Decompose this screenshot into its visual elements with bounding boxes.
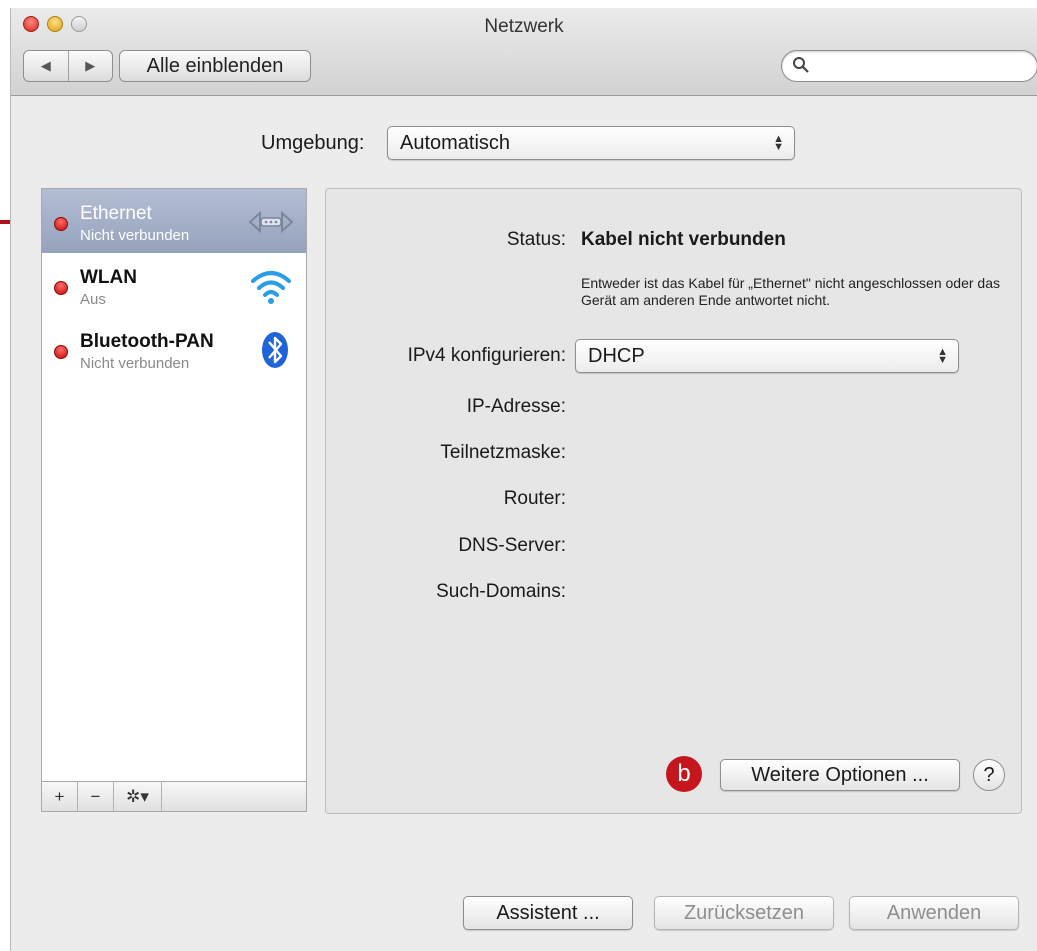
forward-button[interactable]: ▶ <box>69 51 113 81</box>
add-service-button[interactable]: + <box>42 782 78 811</box>
search-icon <box>793 57 809 73</box>
status-dot-red <box>54 345 68 359</box>
service-list-toolbar: + − ✲▾ <box>42 781 306 811</box>
service-name: WLAN <box>80 267 137 288</box>
popup-arrows-icon: ▲ ▼ <box>937 346 948 366</box>
status-dot-red <box>54 281 68 295</box>
service-status: Aus <box>80 291 106 308</box>
status-description: Entweder ist das Kabel für „Ethernet" ni… <box>581 275 1000 308</box>
location-popup[interactable]: Automatisch ▲ ▼ <box>387 126 795 160</box>
search-domains-label: Such-Domains: <box>436 581 566 602</box>
detail-panel: Status: Kabel nicht verbunden Entweder i… <box>325 188 1022 814</box>
back-button[interactable]: ◀ <box>24 51 69 81</box>
location-value: Automatisch <box>400 131 511 154</box>
toolbar-filler <box>162 782 306 811</box>
apply-button[interactable]: Anwenden <box>849 896 1019 930</box>
status-value: Kabel nicht verbunden <box>581 229 786 250</box>
help-button[interactable]: ? <box>973 759 1005 791</box>
dns-server-label: DNS-Server: <box>458 535 566 556</box>
popup-arrows-icon: ▲ ▼ <box>773 133 784 153</box>
status-label: Status: <box>506 229 566 250</box>
ipv4-value: DHCP <box>588 344 645 367</box>
annotation-badge: b <box>666 756 702 792</box>
service-item-wlan[interactable]: WLAN Aus <box>42 253 306 317</box>
service-status: Nicht verbunden <box>80 227 190 244</box>
action-menu-button[interactable]: ✲▾ <box>114 782 162 811</box>
reset-button[interactable]: Zurücksetzen <box>654 896 834 930</box>
service-status: Nicht verbunden <box>80 355 190 372</box>
more-options-button[interactable]: Weitere Optionen ... <box>720 759 960 791</box>
service-name: Ethernet <box>80 203 152 224</box>
ip-address-label: IP-Adresse: <box>466 396 566 417</box>
assistant-button[interactable]: Assistent ... <box>463 896 633 930</box>
router-label: Router: <box>503 488 566 509</box>
status-dot-red <box>54 217 68 231</box>
remove-service-button[interactable]: − <box>78 782 114 811</box>
wifi-icon <box>251 271 291 304</box>
window-title: Netzwerk <box>484 16 564 37</box>
titlebar: Netzwerk ◀ ▶ Alle einblenden <box>11 8 1037 96</box>
network-preferences-window: Netzwerk ◀ ▶ Alle einblenden Umgebung: A… <box>10 8 1037 951</box>
ipv4-popup[interactable]: DHCP ▲ ▼ <box>575 339 959 373</box>
subnet-mask-label: Teilnetzmaske: <box>440 442 566 463</box>
ipv4-label: IPv4 konfigurieren: <box>407 345 566 366</box>
show-all-button[interactable]: Alle einblenden <box>119 50 311 82</box>
location-label: Umgebung: <box>261 132 365 154</box>
service-name: Bluetooth-PAN <box>80 331 214 352</box>
back-forward-control: ◀ ▶ <box>23 50 113 82</box>
search-field[interactable] <box>781 50 1037 82</box>
